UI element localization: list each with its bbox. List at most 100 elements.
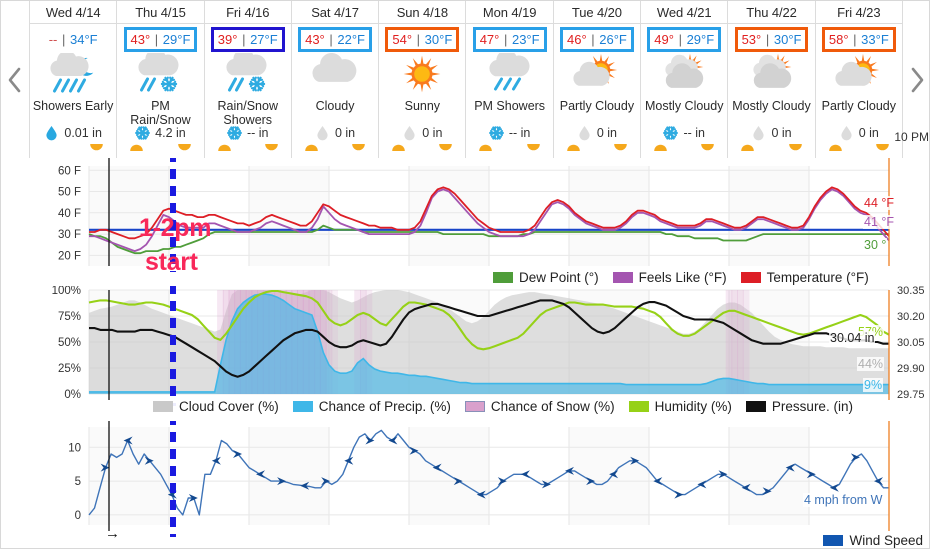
sun-times-row <box>728 143 814 157</box>
svg-text:50 F: 50 F <box>58 187 81 199</box>
temp-separator: | <box>849 31 861 47</box>
sunset-icon <box>177 144 191 151</box>
sunrise-icon <box>130 144 144 151</box>
day-precip-amount: 4.2 in <box>155 126 186 140</box>
sunset-icon <box>614 144 627 151</box>
day-high-temp: 39° <box>217 31 238 47</box>
day-precip-amount: 0 in <box>596 126 617 140</box>
series-value-label: 30.04 in <box>829 331 876 345</box>
day-low-temp: 29°F <box>686 31 715 47</box>
partly-cloudy-icon <box>835 53 879 87</box>
series-value-label: 30 ° <box>863 238 888 252</box>
sun-times-row <box>30 143 116 157</box>
sunrise-icon <box>479 144 493 151</box>
legend-item[interactable]: Chance of Precip. (%) <box>292 399 451 414</box>
sunrise-icon <box>217 144 231 151</box>
legend-item[interactable]: Dew Point (°) <box>493 270 599 285</box>
legend-label: Dew Point (°) <box>519 270 599 285</box>
weather-forecast-page: Wed 4/14 -- | 34°F Showers Early 0.01 in Thu… <box>0 0 930 549</box>
legend-item[interactable]: Cloud Cover (%) <box>153 399 279 414</box>
day-weather-icon <box>466 53 552 97</box>
day-temperature-range: 53° | 30°F <box>734 26 809 52</box>
prev-days-button[interactable] <box>1 1 29 158</box>
legend-label: Temperature (°F) <box>766 270 869 285</box>
cloudy-icon <box>312 53 357 82</box>
day-column[interactable]: Fri 4/16 39° | 27°F Rain/Snow Showers -- in <box>204 1 292 158</box>
day-column[interactable]: Fri 4/23 58° | 33°F Partly Cloudy 0 in <box>815 1 903 158</box>
day-name: Thu 4/22 <box>728 1 815 24</box>
day-column[interactable]: Wed 4/14 -- | 34°F Showers Early 0.01 in <box>30 1 118 158</box>
day-precip-amount: -- in <box>683 126 705 140</box>
sunrise-icon <box>566 144 580 151</box>
day-name: Mon 4/19 <box>466 1 553 24</box>
sunset-slot <box>264 139 279 157</box>
day-column[interactable]: Thu 4/22 53° | 30°F Mostly Cloudy 0 in <box>728 1 816 158</box>
sunrise-icon <box>741 144 755 151</box>
legend-label: Chance of Snow (%) <box>490 399 615 414</box>
day-column[interactable]: Sun 4/18 54° | 30°F Sunny 0 in <box>379 1 467 158</box>
direction-arrow-mark: → <box>105 525 120 542</box>
day-high-temp: 43° <box>305 31 325 47</box>
day-name: Thu 4/15 <box>117 1 204 24</box>
sunrise-slot <box>653 139 668 157</box>
sun-times-row <box>205 143 291 157</box>
night-showers-icon <box>50 53 94 93</box>
legend-label: Pressure. (in) <box>771 399 853 414</box>
day-condition-text: Sunny <box>404 99 441 113</box>
day-weather-icon <box>117 53 203 97</box>
day-condition-text: Cloudy <box>315 99 355 113</box>
sunrise-slot <box>478 139 493 157</box>
day-high-temp: 53° <box>741 31 762 47</box>
sunrise-slot <box>304 139 319 157</box>
day-column[interactable]: Tue 4/20 46° | 26°F Partly Cloudy 0 in <box>553 1 642 158</box>
day-condition-text: PM Rain/Snow <box>130 99 191 127</box>
temp-separator: | <box>325 31 337 47</box>
wind-chart[interactable]: 0 5 10 Wind Speed 4 mph from W <box>1 421 929 548</box>
day-weather-icon <box>641 53 727 97</box>
legend-swatch <box>612 272 633 283</box>
svg-text:75%: 75% <box>58 311 81 323</box>
sunset-slot <box>438 139 453 157</box>
day-precip-amount: 0 in <box>334 126 356 140</box>
day-low-temp: 30°F <box>424 31 453 47</box>
day-low-temp: 22°F <box>337 31 365 47</box>
day-low-temp: 33°F <box>861 31 889 47</box>
legend-item[interactable]: Feels Like (°F) <box>612 270 727 285</box>
legend-item[interactable]: Temperature (°F) <box>740 270 869 285</box>
legend-item[interactable]: Humidity (%) <box>628 399 732 414</box>
sun-times-row <box>466 143 552 157</box>
day-column[interactable]: Mon 4/19 47° | 23°F PM Showers -- in <box>466 1 554 158</box>
temperature-chart[interactable]: 20 F 30 F 40 F 50 F 60 F Dew Point (°) Feels … <box>1 158 929 296</box>
legend-swatch <box>292 401 313 412</box>
legend-item[interactable]: Pressure. (in) <box>745 399 853 414</box>
day-weather-icon <box>728 53 814 97</box>
sunrise-icon <box>828 144 842 151</box>
legend-swatch <box>153 401 173 412</box>
day-weather-icon <box>816 53 902 97</box>
day-condition-text: Mostly Cloudy <box>644 99 724 113</box>
legend-swatch <box>464 401 485 412</box>
day-weather-icon <box>30 53 116 97</box>
legend-swatch <box>493 272 513 283</box>
sunset-slot <box>700 139 715 157</box>
day-name: Sun 4/18 <box>379 1 466 24</box>
day-condition-text: Partly Cloudy <box>821 99 896 113</box>
partly-cloudy-icon <box>573 53 618 87</box>
conditions-chart[interactable]: 0% 25% 50% 75% 100% 29.75 29.90 30.05 30.20 30.35… <box>1 286 929 426</box>
day-name: Fri 4/23 <box>815 1 902 24</box>
sunrise-slot <box>391 139 406 157</box>
svg-text:29.75: 29.75 <box>897 389 925 401</box>
legend-item[interactable]: Wind Speed <box>823 533 923 548</box>
day-column[interactable]: Sat 4/17 43° | 22°F Cloudy 0 in <box>291 1 380 158</box>
series-value-label: 44 °F <box>863 196 896 210</box>
day-column[interactable]: Wed 4/21 49° | 29°F Mostly Cloudy -- in <box>641 1 729 158</box>
day-precip-amount: 0 in <box>422 126 443 140</box>
day-low-temp: 23°F <box>511 31 540 47</box>
day-column[interactable]: Thu 4/15 43° | 29°F PM Rain/Snow 4.2 in <box>117 1 205 158</box>
sunset-icon <box>352 144 365 151</box>
sunrise-icon <box>392 144 405 151</box>
legend-item[interactable]: Chance of Snow (%) <box>464 399 615 414</box>
wind-chart-legend: Wind Speed <box>823 533 923 548</box>
svg-text:50%: 50% <box>58 337 81 349</box>
sunset-slot <box>788 139 803 157</box>
